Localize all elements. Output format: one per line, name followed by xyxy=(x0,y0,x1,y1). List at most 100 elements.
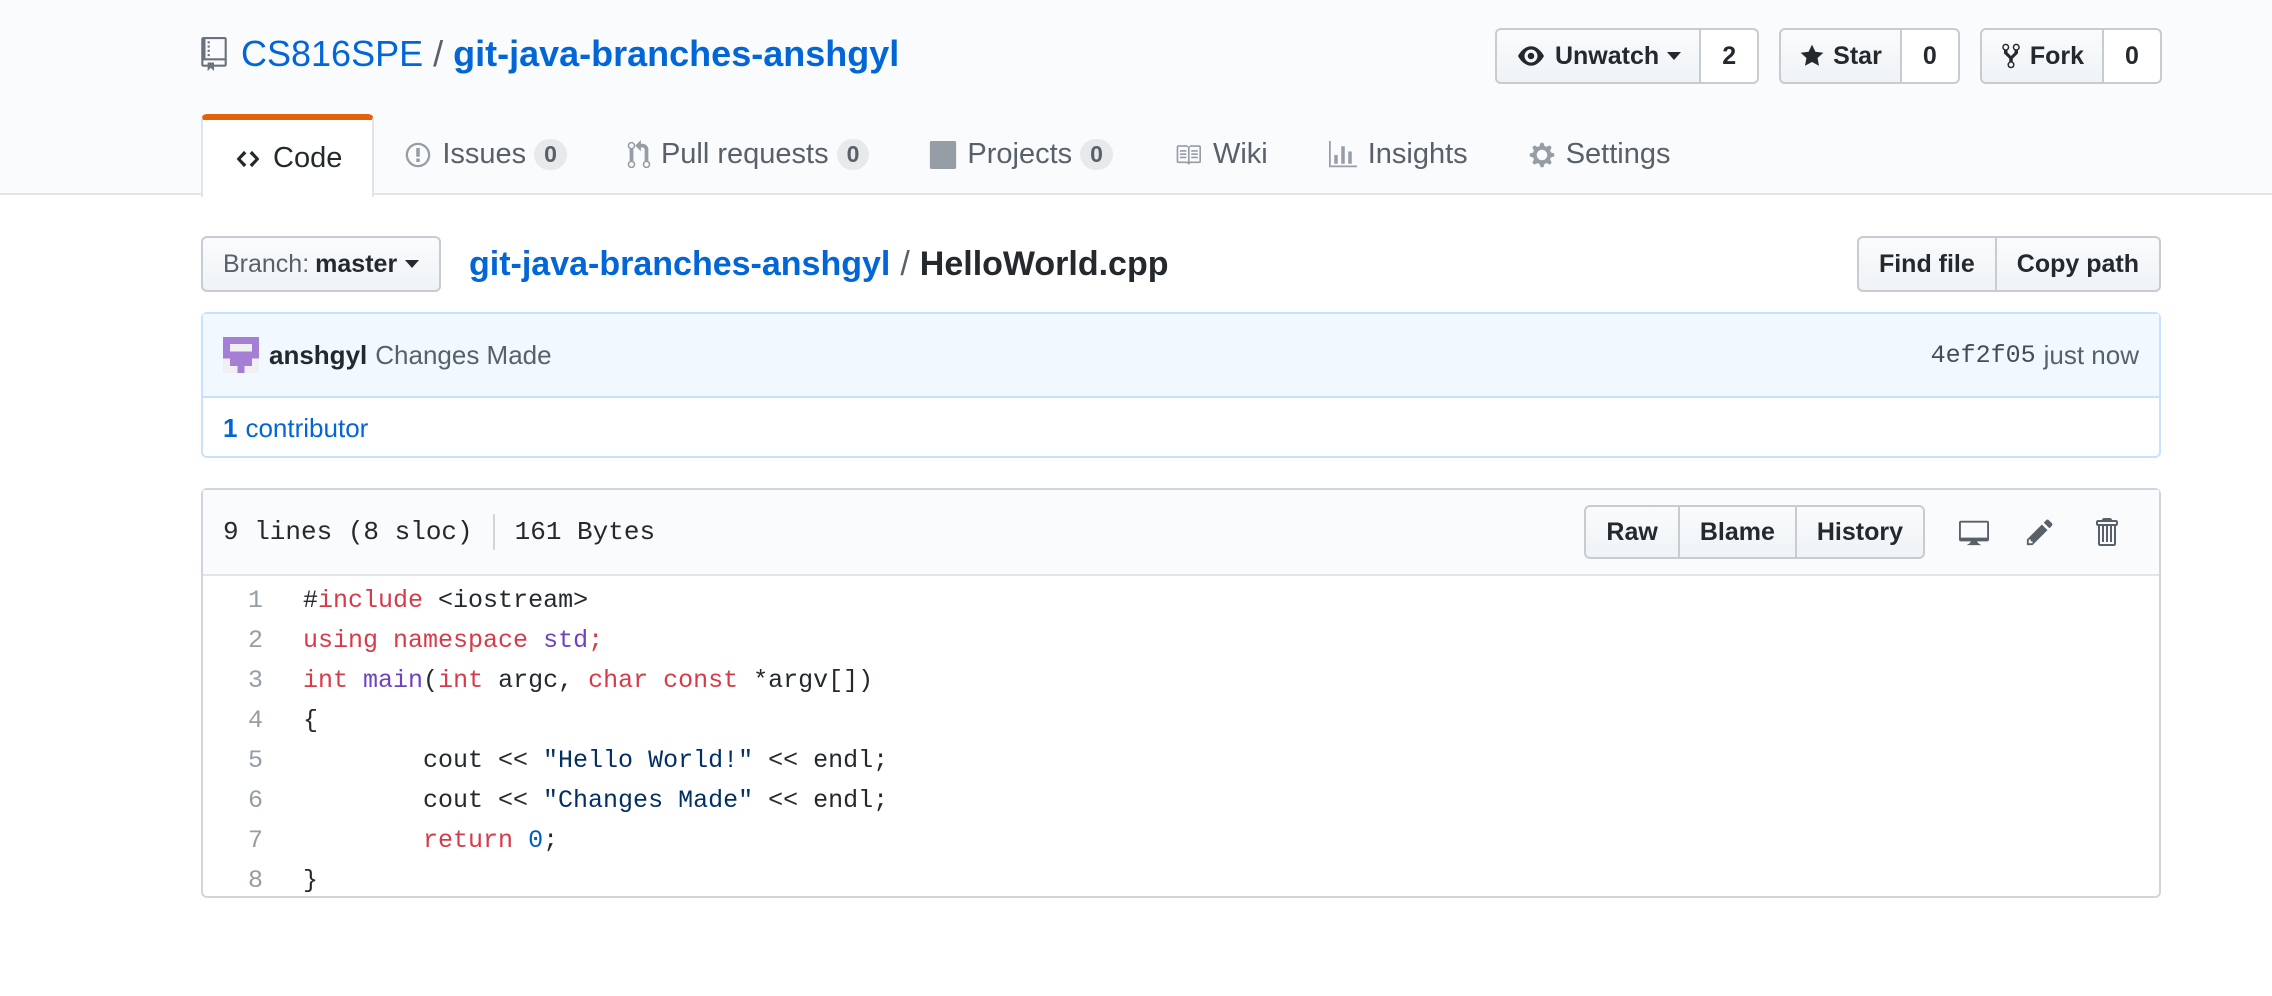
file-info-divider xyxy=(492,514,495,550)
line-number[interactable]: 7 xyxy=(203,826,283,855)
fork-label: Fork xyxy=(2029,41,2084,70)
repo-header: CS816SPE / git-java-branches-anshgyl Unw… xyxy=(0,0,2272,197)
tab-issues-label: Issues xyxy=(442,138,527,170)
tab-insights-label: Insights xyxy=(1367,138,1468,170)
file-header-actions: Raw Blame History xyxy=(1584,505,2139,559)
file-info: 9 lines (8 sloc) 161 Bytes xyxy=(223,514,655,550)
pull-request-icon xyxy=(627,139,651,168)
line-content: return 0; xyxy=(283,826,558,855)
breadcrumb-separator: / xyxy=(900,244,910,283)
breadcrumb-repo-link[interactable]: git-java-branches-anshgyl xyxy=(469,245,890,284)
commit-time: just now xyxy=(2043,339,2139,370)
forks-count[interactable]: 0 xyxy=(2104,28,2162,84)
commit-message-link[interactable]: Changes Made xyxy=(375,340,551,371)
trash-icon xyxy=(2096,518,2118,546)
breadcrumb-file-name: HelloWorld.cpp xyxy=(919,244,1169,283)
contributors-link[interactable]: 1 contributor xyxy=(203,398,2159,458)
tab-insights[interactable]: Insights xyxy=(1298,114,1498,195)
tab-pull-requests-label: Pull requests xyxy=(660,138,829,170)
projects-counter: 0 xyxy=(1080,139,1113,170)
tab-issues[interactable]: Issues 0 xyxy=(374,114,597,195)
star-button[interactable]: Star xyxy=(1779,28,1902,84)
avatar-identicon[interactable] xyxy=(223,337,259,373)
code-line: 2 using namespace std; xyxy=(203,620,2159,660)
line-content: cout << "Hello World!" << endl; xyxy=(283,746,888,775)
commit-box: anshgyl Changes Made 4ef2f05 just now 1 … xyxy=(201,312,2161,458)
file-header: 9 lines (8 sloc) 161 Bytes Raw Blame His… xyxy=(203,490,2159,576)
branch-value: master xyxy=(315,249,398,278)
code-icon xyxy=(236,150,260,167)
fork-button[interactable]: Fork xyxy=(1979,28,2104,84)
repo-owner-link[interactable]: CS816SPE xyxy=(241,33,423,75)
unwatch-button[interactable]: Unwatch xyxy=(1494,28,1702,84)
tab-projects-label: Projects xyxy=(967,138,1073,170)
eye-icon xyxy=(1517,46,1544,66)
line-number[interactable]: 8 xyxy=(203,866,283,895)
contributors-count: 1 xyxy=(223,412,238,443)
contributors-label: contributor xyxy=(245,412,369,443)
line-number[interactable]: 1 xyxy=(203,586,283,615)
tab-code[interactable]: Code xyxy=(201,114,375,197)
copy-path-button[interactable]: Copy path xyxy=(1996,236,2161,292)
chevron-down-icon xyxy=(405,260,420,268)
file-nav-actions: Find file Copy path xyxy=(1856,236,2161,292)
watchers-count[interactable]: 2 xyxy=(1701,28,1760,84)
file-navigation: Branch: master git-java-branches-anshgyl… xyxy=(201,236,2161,292)
file-view: 9 lines (8 sloc) 161 Bytes Raw Blame His… xyxy=(201,488,2161,898)
line-content-text: return 0; xyxy=(423,825,559,855)
line-number[interactable]: 6 xyxy=(203,786,283,815)
repo-name-link[interactable]: git-java-branches-anshgyl xyxy=(453,33,899,75)
raw-button[interactable]: Raw xyxy=(1584,505,1680,559)
file-button-group: Raw Blame History xyxy=(1584,505,1925,559)
desktop-icon xyxy=(1959,520,1989,546)
line-number[interactable]: 5 xyxy=(203,746,283,775)
tab-projects[interactable]: Projects 0 xyxy=(899,114,1143,195)
pagehead-actions: Unwatch 2 Star 0 Fork 0 xyxy=(1494,28,2162,84)
code-line: 6 cout << "Changes Made" << endl; xyxy=(203,780,2159,820)
issue-icon xyxy=(406,142,431,167)
book-icon xyxy=(1176,144,1201,165)
repo-nav: Code Issues 0 Pull requests 0 Projects 0… xyxy=(201,114,1701,197)
line-content: cout << "Changes Made" << endl; xyxy=(283,786,888,815)
file-size: 161 Bytes xyxy=(514,517,656,547)
issues-counter: 0 xyxy=(534,139,567,170)
line-content-text: cout << "Changes Made" << endl; xyxy=(303,785,889,815)
branch-label: Branch: xyxy=(223,249,310,278)
breadcrumb: git-java-branches-anshgyl / HelloWorld.c… xyxy=(469,236,1169,292)
line-content: } xyxy=(283,866,318,895)
line-content: { xyxy=(283,706,318,735)
commit-sha-link[interactable]: 4ef2f05 xyxy=(1931,341,2036,370)
open-desktop-button[interactable] xyxy=(1941,505,2007,559)
commit-author-link[interactable]: anshgyl xyxy=(269,340,367,371)
history-button[interactable]: History xyxy=(1796,505,1925,559)
commit-meta: 4ef2f05 just now xyxy=(1931,340,2139,371)
tab-pull-requests[interactable]: Pull requests 0 xyxy=(597,114,899,195)
tab-settings-label: Settings xyxy=(1565,138,1671,170)
code-line: 4 { xyxy=(203,700,2159,740)
edit-file-button[interactable] xyxy=(2007,505,2073,559)
line-content: int main(int argc, char const *argv[]) xyxy=(283,666,873,695)
find-file-button[interactable]: Find file xyxy=(1856,236,1997,292)
code-line: 3 int main(int argc, char const *argv[]) xyxy=(203,660,2159,700)
line-content-text: cout << "Hello World!" << endl; xyxy=(303,745,889,775)
line-number[interactable]: 3 xyxy=(203,666,283,695)
stargazers-count[interactable]: 0 xyxy=(1901,28,1960,84)
line-content-text: { xyxy=(303,705,319,735)
code-view: 1 #include <iostream> 2 using namespace … xyxy=(203,576,2159,900)
line-number[interactable]: 4 xyxy=(203,706,283,735)
file-lines-info: 9 lines (8 sloc) xyxy=(223,517,473,547)
line-content-text: using namespace std; xyxy=(303,625,604,655)
star-label: Star xyxy=(1833,41,1882,70)
project-icon xyxy=(930,140,957,169)
tab-wiki[interactable]: Wiki xyxy=(1143,114,1298,195)
line-number[interactable]: 2 xyxy=(203,626,283,655)
fork-icon xyxy=(2002,43,2020,69)
tab-settings[interactable]: Settings xyxy=(1498,114,1701,195)
star-icon xyxy=(1800,44,1824,66)
line-content: #include <iostream> xyxy=(283,586,588,615)
code-line: 8 } xyxy=(203,860,2159,900)
delete-file-button[interactable] xyxy=(2073,505,2139,559)
tab-code-label: Code xyxy=(273,142,343,174)
branch-select-button[interactable]: Branch: master xyxy=(201,236,442,292)
blame-button[interactable]: Blame xyxy=(1679,505,1797,559)
